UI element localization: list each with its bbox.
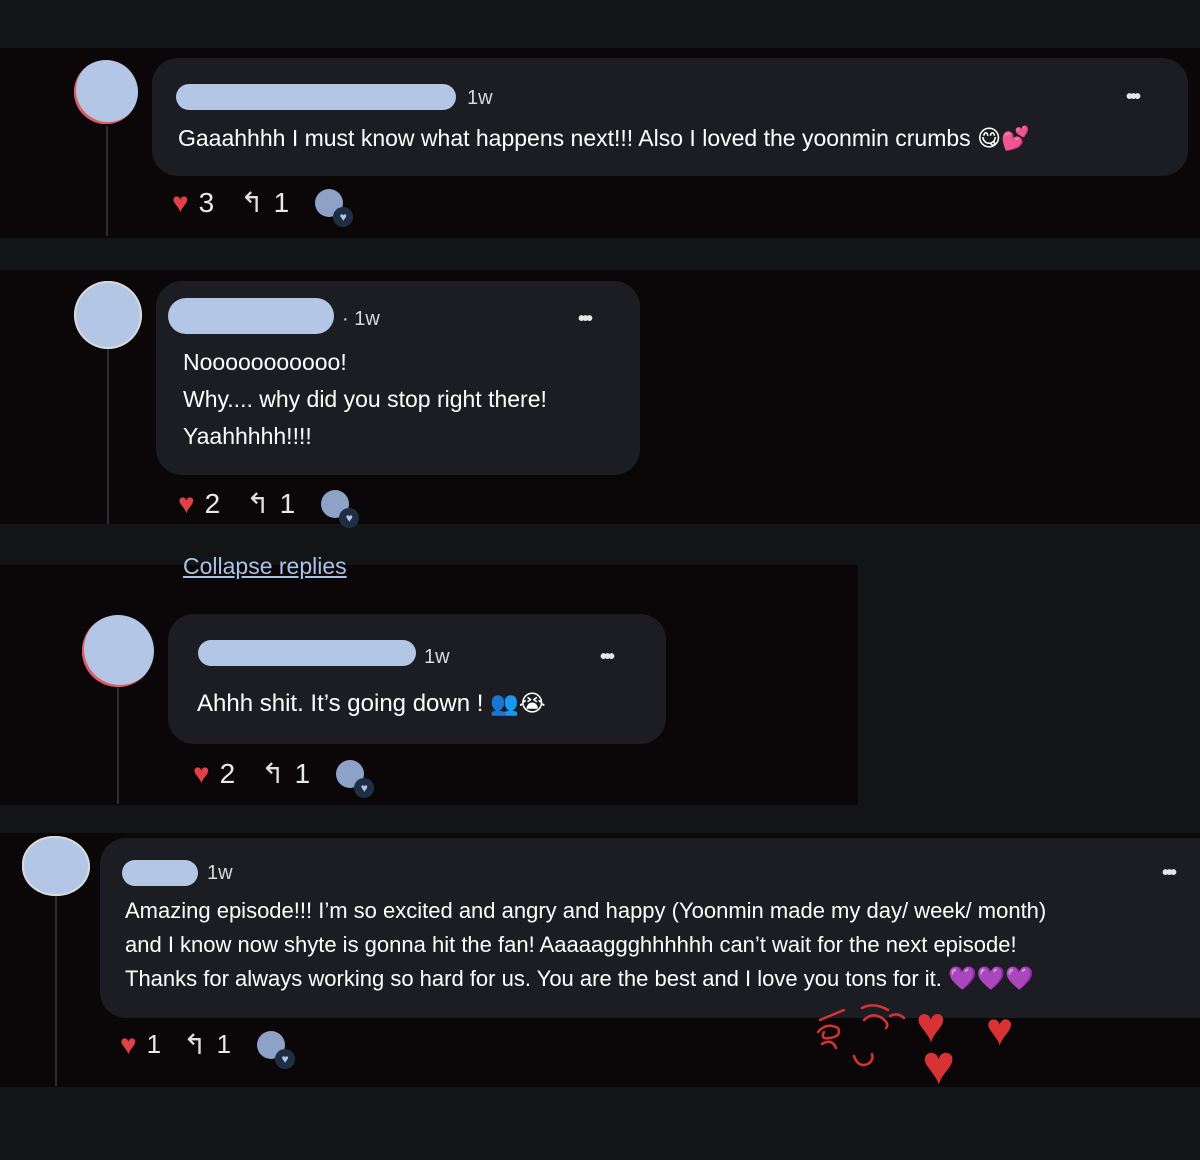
comment-line: Nooooooooooo! — [183, 349, 347, 375]
redacted-username — [168, 298, 334, 334]
comment-line: and I know now shyte is gonna hit the fa… — [125, 932, 1017, 957]
like-icon[interactable]: ♥ — [193, 758, 210, 790]
comment-bubble — [168, 614, 666, 744]
comment-line-text: Thanks for always working so hard for us… — [125, 966, 942, 991]
thread-line — [107, 348, 109, 524]
comment-text: Gaaahhhh I must know what happens next!!… — [178, 120, 1030, 158]
comment-time: 1w — [424, 646, 450, 668]
comment-actions: ♥ 2 ↰ 1 ♥ — [193, 757, 375, 798]
more-options-icon[interactable]: ••• — [578, 309, 593, 329]
author-heart-badge-icon: ♥ — [275, 1048, 296, 1069]
comment-bubble — [152, 58, 1188, 176]
author-heart-badge-icon: ♥ — [333, 206, 354, 227]
reply-count: 1 — [279, 487, 296, 519]
comment-line: Amazing episode!!! I’m so excited and an… — [125, 898, 1047, 923]
blush-scribble-icon — [816, 1004, 906, 1067]
doodle-heart-icon: ♥ — [922, 1033, 956, 1096]
redacted-username — [122, 860, 198, 886]
like-icon[interactable]: ♥ — [178, 488, 195, 520]
author-heart-badge-icon: ♥ — [339, 507, 360, 528]
reply-icon[interactable]: ↰ — [246, 487, 269, 520]
more-options-icon[interactable]: ••• — [1126, 87, 1141, 107]
reply-icon[interactable]: ↰ — [183, 1028, 206, 1061]
like-icon[interactable]: ♥ — [120, 1029, 137, 1061]
comment-time: 1w — [207, 862, 233, 884]
like-count: 3 — [198, 186, 215, 218]
author-liked-avatar: ♥ — [315, 188, 354, 227]
reply-icon[interactable]: ↰ — [261, 757, 284, 790]
comment-emoji: 👥😭 — [490, 691, 546, 717]
avatar[interactable] — [82, 615, 154, 687]
like-count: 2 — [219, 757, 236, 789]
comment-emoji: 😋💕 — [977, 126, 1030, 152]
comment-actions: ♥ 2 ↰ 1 ♥ — [178, 487, 360, 528]
author-liked-avatar: ♥ — [336, 759, 375, 798]
reply-count: 1 — [294, 757, 311, 789]
avatar[interactable] — [74, 281, 142, 349]
more-options-icon[interactable]: ••• — [1162, 863, 1177, 883]
collapse-replies-link[interactable]: Collapse replies — [183, 553, 347, 580]
comment-text-body: Gaaahhhh I must know what happens next!!… — [178, 125, 971, 151]
more-options-icon[interactable]: ••• — [600, 647, 615, 667]
comment-text: Nooooooooooo! Why.... why did you stop r… — [183, 344, 547, 455]
like-count: 1 — [146, 1029, 162, 1059]
comment-text: Amazing episode!!! I’m so excited and an… — [125, 894, 1046, 996]
author-liked-avatar: ♥ — [321, 489, 360, 528]
thread-line — [106, 126, 108, 236]
redacted-username — [198, 640, 416, 666]
like-icon[interactable]: ♥ — [172, 187, 189, 219]
author-heart-badge-icon: ♥ — [354, 777, 375, 798]
comment-actions: ♥ 1 ↰ 1 ♥ — [120, 1028, 296, 1069]
comment-actions: ♥ 3 ↰ 1 ♥ — [172, 186, 354, 227]
comment-time: 1w — [467, 87, 493, 109]
comment-line: Yaahhhhh!!!! — [183, 423, 312, 449]
doodle-heart-icon: ♥ — [986, 1003, 1014, 1055]
thread-line — [55, 896, 57, 1086]
author-liked-avatar: ♥ — [257, 1030, 296, 1069]
comment-text-body: Ahhh shit. It’s going down ! — [197, 690, 484, 717]
comment-line: Thanks for always working so hard for us… — [125, 962, 1046, 996]
thread-line — [117, 686, 119, 804]
redacted-username — [176, 84, 456, 110]
comment-text: Ahhh shit. It’s going down ! 👥😭 — [197, 685, 546, 723]
like-count: 2 — [204, 487, 221, 519]
reply-count: 1 — [216, 1029, 232, 1059]
avatar[interactable] — [22, 836, 90, 896]
reply-icon[interactable]: ↰ — [240, 186, 263, 219]
comment-line: Why.... why did you stop right there! — [183, 386, 547, 412]
avatar[interactable] — [74, 60, 138, 124]
reply-count: 1 — [273, 186, 290, 218]
comment-emoji: 💜💜💜 — [948, 966, 1034, 992]
comment-time: · 1w — [342, 308, 380, 330]
